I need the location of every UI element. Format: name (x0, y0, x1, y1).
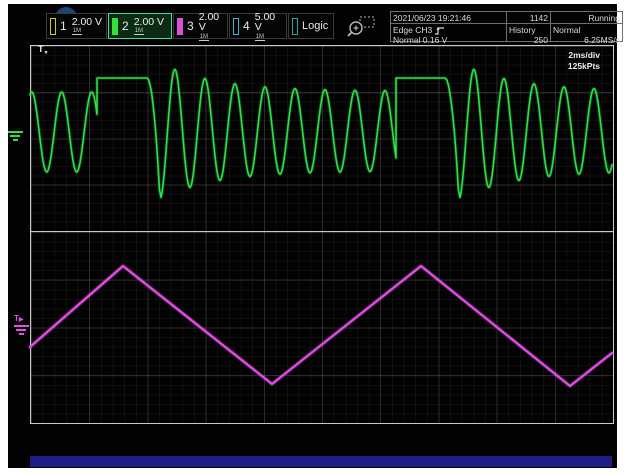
history-value: 250 (533, 35, 548, 45)
channel-4-volts: 5.00 V (254, 10, 276, 33)
channel-3-impedance: 1M (198, 33, 210, 41)
channel-2-volts: 2.00 V (133, 15, 165, 28)
history-panel[interactable]: History 250 (506, 24, 550, 45)
record-length: 125kPts (567, 60, 600, 71)
logic-swatch (292, 17, 298, 35)
bottom-scale-bar[interactable] (30, 456, 612, 467)
scope-screen: MENU 1 2.00 V 1M 2 2.00 V 1M 3 2.00 V 1M… (8, 4, 623, 468)
channel-1-indicator[interactable]: 1 2.00 V 1M (46, 13, 107, 39)
oscilloscope-screen: { "header": { "menu_label": "MENU", "cha… (0, 0, 625, 475)
channel-3-trigger-marker[interactable]: T▶ (14, 315, 34, 335)
channel-3-swatch (177, 17, 183, 35)
channel-1-impedance: 1M (71, 28, 83, 36)
trigger-type: Edge CH3 (393, 25, 433, 35)
channel-4-indicator[interactable]: 4 5.00 V 1M (229, 10, 287, 41)
right-arrow-icon: ▶ (18, 317, 24, 323)
datetime: 2021/06/23 19:21:46 (391, 12, 506, 24)
channel-2-ground-marker[interactable] (8, 129, 28, 141)
channel-3-volts: 2.00 V (198, 10, 220, 33)
channel-3-number: 3 (187, 19, 194, 33)
channel-3-indicator[interactable]: 3 2.00 V 1M (173, 10, 228, 41)
channel-1-volts: 2.00 V (71, 15, 103, 28)
channel-2-impedance: 1M (133, 28, 145, 36)
acquisition-count: 1142 (506, 12, 550, 24)
timebase-value: 2ms/div (568, 50, 600, 60)
logic-label: Logic (302, 20, 329, 32)
graticule (30, 45, 614, 424)
channel-4-swatch (233, 17, 239, 35)
timebase-labels: 2ms/div 125kPts (568, 50, 600, 71)
channel-1-swatch (50, 17, 56, 35)
channel-2-number: 2 (122, 19, 129, 33)
channel-4-number: 4 (243, 19, 250, 33)
channel-2-swatch (112, 17, 118, 35)
status-info-panel: 2021/06/23 19:21:46 1142 Running Edge CH… (390, 11, 623, 45)
channel-2-indicator[interactable]: 2 2.00 V 1M (108, 13, 172, 39)
sample-rate: 6.25MS/s (584, 35, 620, 45)
history-label: History (509, 25, 536, 35)
channel-3-ground-icon (14, 325, 34, 335)
acquisition-panel[interactable]: Normal 6.25MS/s (550, 24, 622, 45)
trigger-mode-level: Normal 0.16 V (393, 35, 448, 45)
graticule-zone-top (31, 46, 613, 231)
zoom-search-button[interactable] (344, 14, 380, 42)
acquisition-mode: Normal (553, 25, 581, 35)
run-state: Running (550, 12, 622, 24)
channel-4-impedance: 1M (254, 33, 266, 41)
magnifier-zoom-icon (347, 16, 375, 37)
trigger-position-marker[interactable]: T▼ (38, 44, 48, 56)
channel-1-number: 1 (60, 19, 67, 33)
rising-edge-icon (435, 26, 445, 35)
down-arrow-icon: ▼ (43, 50, 49, 56)
graticule-zone-bottom (31, 232, 613, 423)
trigger-settings[interactable]: Edge CH3 Normal 0.16 V (391, 24, 506, 45)
logic-indicator[interactable]: Logic (288, 13, 334, 39)
